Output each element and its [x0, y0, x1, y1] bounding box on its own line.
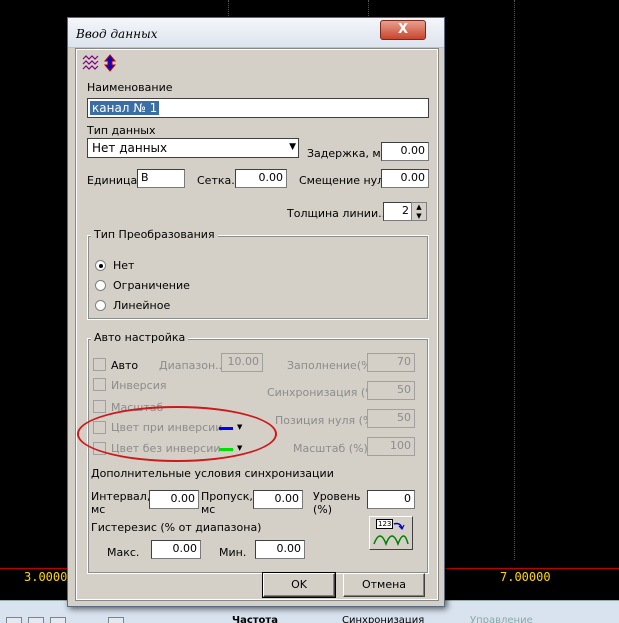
spin-up-icon[interactable]: ▲ — [413, 203, 425, 211]
tab-frequency[interactable]: Частота — [232, 615, 278, 623]
page-tab[interactable] — [6, 617, 22, 623]
delay-input[interactable]: 0.00 — [381, 142, 429, 161]
offset-label: Смещение нуля — [299, 174, 391, 187]
extra-sync-label: Дополнительные условия синхронизации — [91, 467, 334, 480]
type-select[interactable]: Нет данных ▼ — [87, 138, 299, 158]
axis-label-right: 7.00000 — [500, 570, 551, 584]
skip-label: Пропуск, мс — [201, 490, 253, 516]
auto-title: Авто настройка — [91, 331, 189, 344]
chevron-down-icon: ▼ — [289, 142, 296, 152]
radio-limit[interactable] — [95, 280, 106, 291]
cancel-button[interactable]: Отмена — [343, 573, 425, 597]
tab-control[interactable]: Управление — [470, 615, 533, 623]
name-input[interactable]: канал № 1 — [87, 98, 429, 118]
hyst-label: Гистерезис (% от диапазона) — [91, 521, 262, 534]
data-input-dialog: Ввод данных X Наименование канал № 1 Тип… — [67, 17, 445, 607]
fill-input[interactable]: 70 — [367, 353, 415, 372]
delay-label: Задержка, мс — [307, 147, 387, 160]
unit-label: Единица.. — [87, 174, 145, 187]
auto-sync-button[interactable]: 123 — [369, 516, 413, 550]
scale-input[interactable]: 100 — [367, 437, 415, 456]
max-input[interactable]: 0.00 — [151, 540, 201, 559]
dialog-client: Наименование канал № 1 Тип данных Нет да… — [75, 48, 439, 601]
name-value: канал № 1 — [90, 101, 160, 115]
type-label: Тип данных — [87, 124, 156, 137]
linewidth-spinner[interactable]: ▲ ▼ — [411, 202, 427, 221]
zero-input[interactable]: 50 — [367, 409, 415, 428]
spin-down-icon[interactable]: ▼ — [413, 212, 425, 220]
grid-label: Сетка.. — [197, 174, 239, 187]
check-inversion-label: Инверсия — [111, 379, 167, 392]
offset-input[interactable]: 0.00 — [381, 169, 429, 188]
unit-input[interactable]: В — [137, 169, 185, 188]
level-input[interactable]: 0 — [367, 490, 415, 509]
highlight-ellipse — [77, 406, 277, 462]
linewidth-label: Толщина линии... — [287, 207, 389, 220]
scale-label: Масштаб (%) — [293, 442, 368, 455]
radio-none-label: Нет — [113, 259, 135, 272]
page-tab[interactable] — [28, 617, 44, 623]
min-input[interactable]: 0.00 — [255, 540, 305, 559]
radio-linear[interactable] — [95, 300, 106, 311]
sync-label: Синхронизация (%) — [267, 386, 380, 399]
level-label: Уровень (%) — [313, 490, 361, 516]
grid-input[interactable]: 0.00 — [235, 169, 287, 188]
fill-label: Заполнение(%) — [287, 359, 376, 372]
name-label: Наименование — [87, 81, 173, 94]
check-scale[interactable] — [93, 400, 106, 413]
check-auto[interactable] — [93, 358, 106, 371]
grid-line — [514, 0, 515, 560]
interval-label: Интервал, мс — [91, 490, 151, 516]
type-value: Нет данных — [92, 141, 168, 155]
title-bar[interactable]: Ввод данных X — [68, 18, 444, 48]
skip-input[interactable]: 0.00 — [253, 490, 303, 509]
check-inversion[interactable] — [93, 378, 106, 391]
page-tab[interactable] — [50, 617, 66, 623]
tab-sync[interactable]: Синхронизация — [342, 615, 424, 623]
transform-title: Тип Преобразования — [91, 228, 218, 241]
close-button[interactable]: X — [380, 20, 426, 40]
dialog-title: Ввод данных — [76, 27, 158, 41]
range-input[interactable]: 10.00 — [221, 353, 263, 372]
zero-label: Позиция нуля (%) — [275, 414, 378, 427]
up-down-arrow-icon[interactable] — [103, 54, 117, 72]
ok-button[interactable]: OK — [262, 572, 336, 598]
check-auto-label: Авто — [111, 359, 139, 372]
radio-none[interactable] — [95, 260, 106, 271]
page-tab[interactable] — [108, 617, 124, 623]
radio-linear-label: Линейное — [113, 299, 171, 312]
sync-input[interactable]: 50 — [367, 381, 415, 400]
interval-input[interactable]: 0.00 — [149, 490, 199, 509]
waveform-icon — [373, 522, 409, 547]
max-label: Макс. — [107, 546, 140, 559]
range-label: Диапазон.. — [159, 359, 223, 372]
signal-icon[interactable] — [82, 55, 100, 71]
radio-limit-label: Ограничение — [113, 279, 190, 292]
min-label: Мин. — [219, 546, 247, 559]
